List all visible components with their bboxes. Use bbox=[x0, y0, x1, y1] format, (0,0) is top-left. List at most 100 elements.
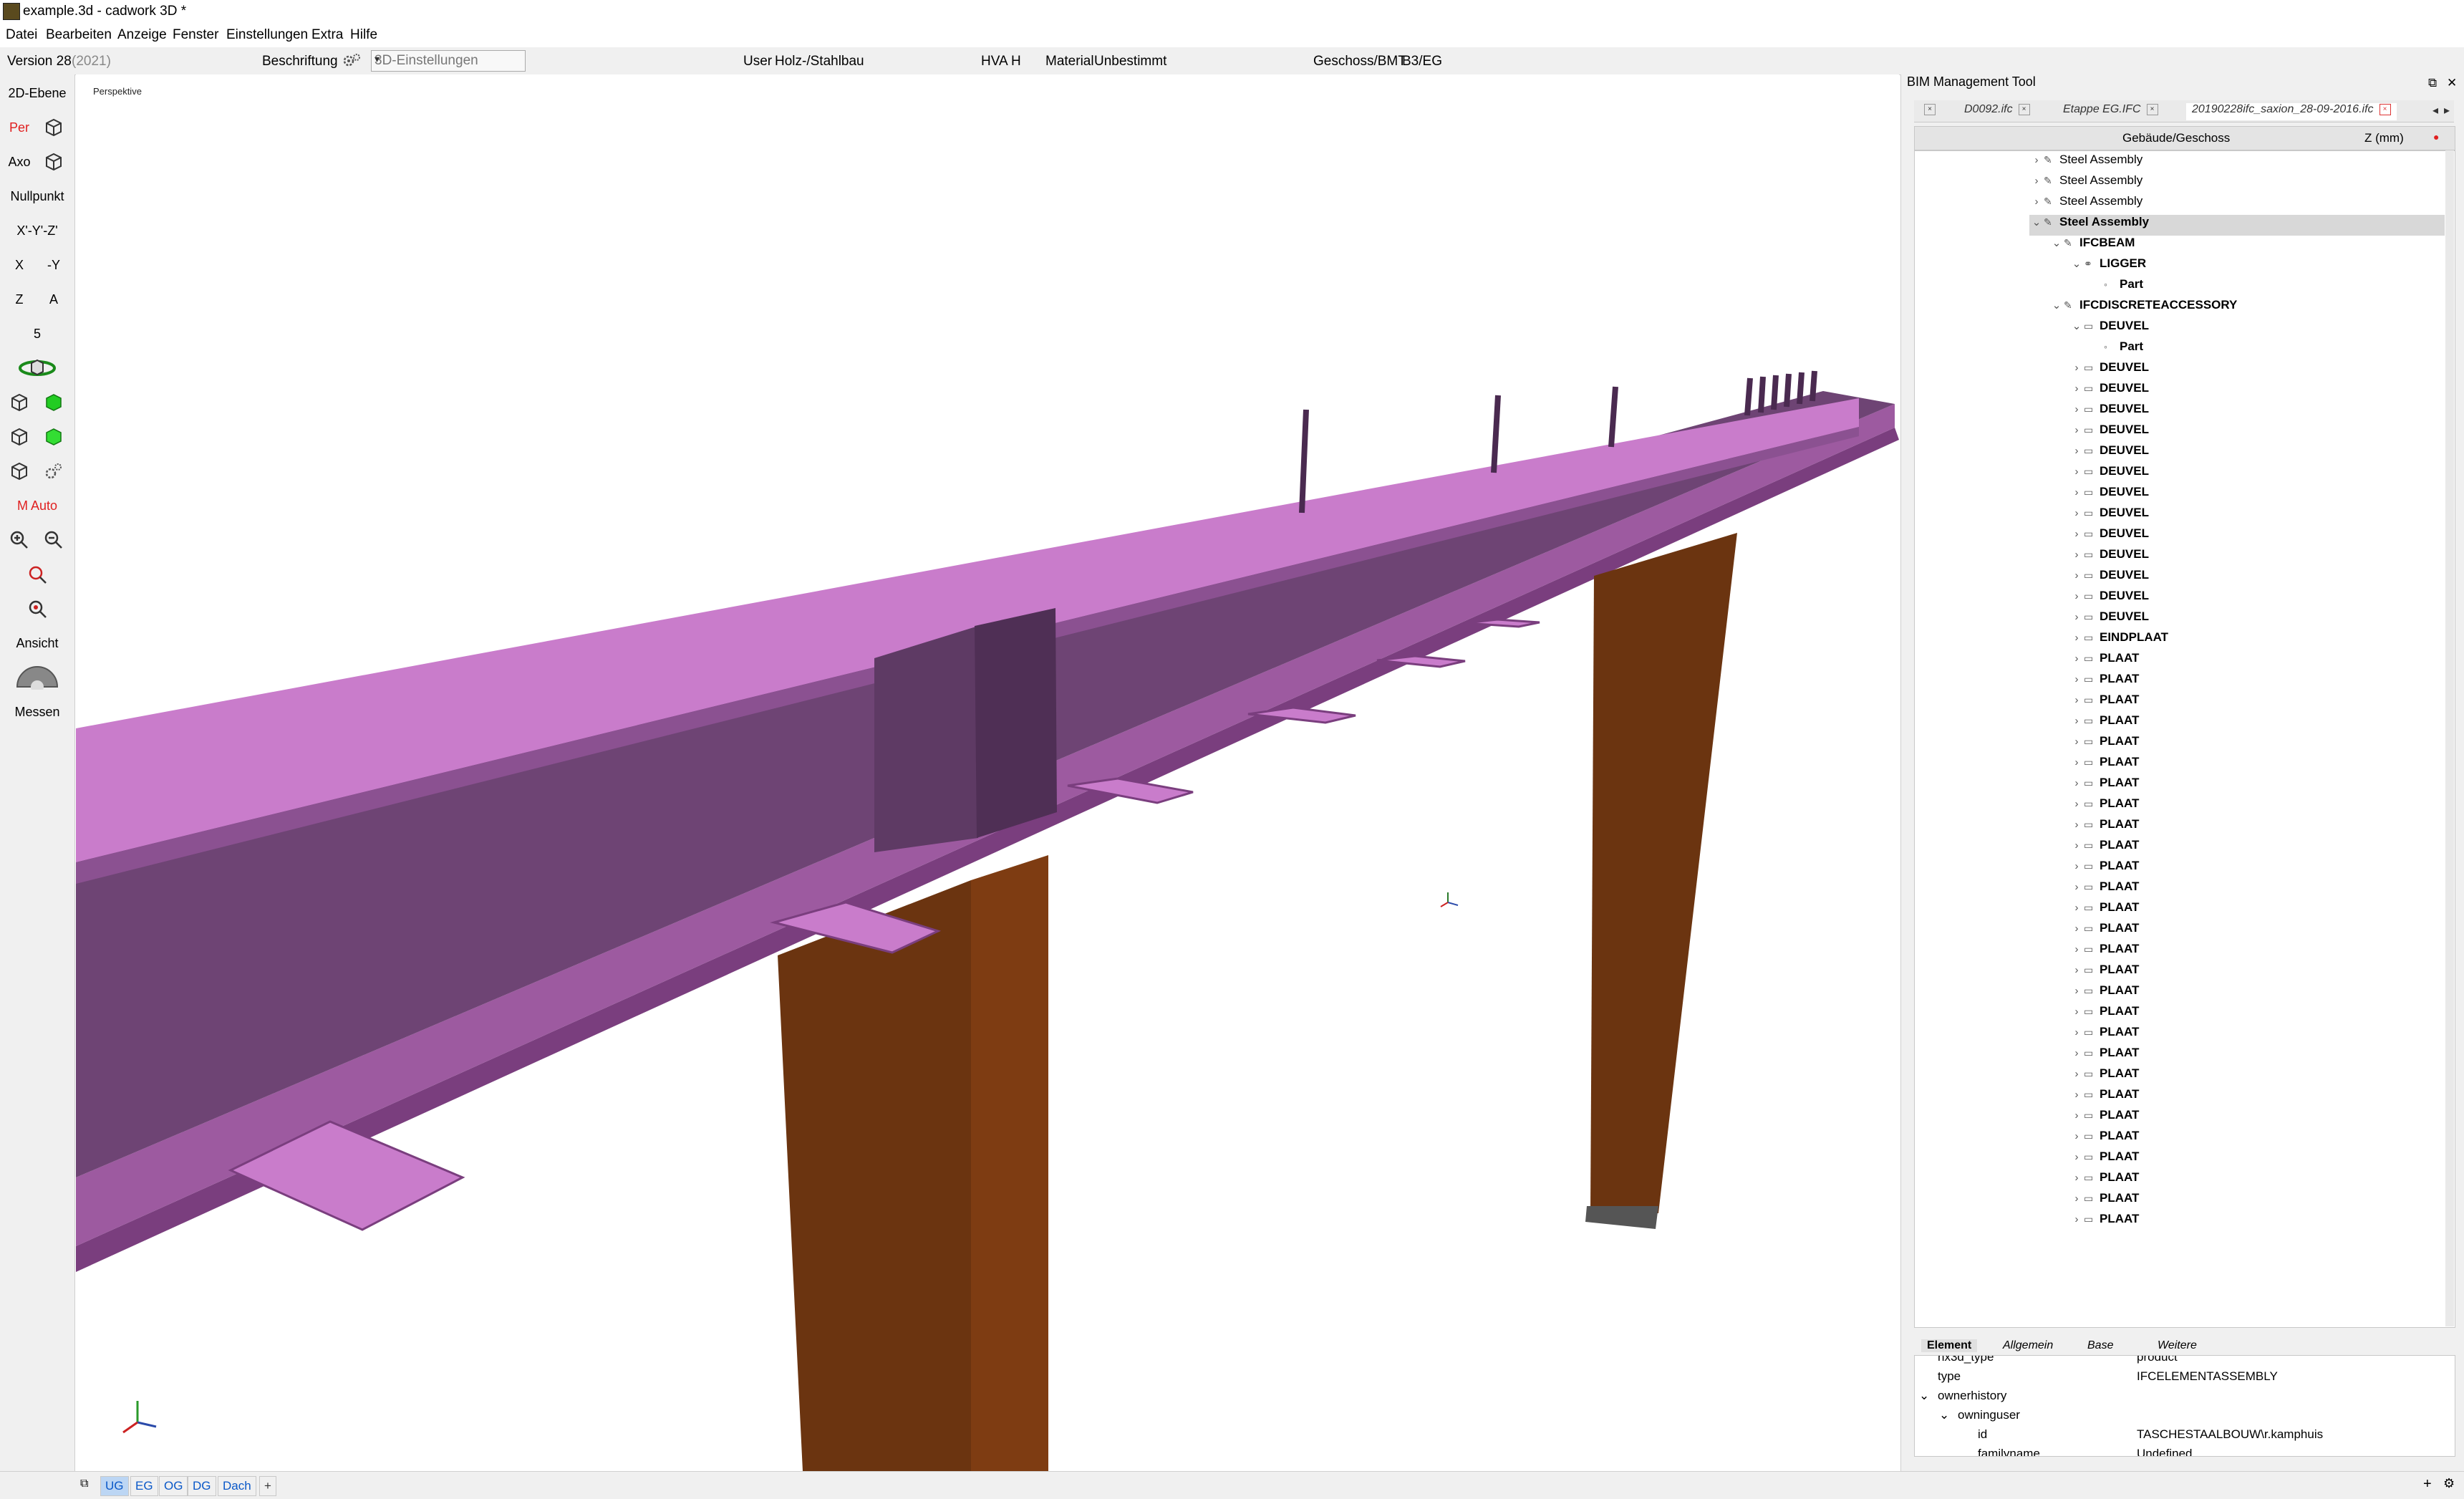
chevron-right-icon[interactable]: › bbox=[2069, 777, 2084, 789]
five-button[interactable]: 5 bbox=[2, 319, 72, 348]
add-level-button[interactable]: + bbox=[259, 1476, 276, 1496]
perspective-cube-icon[interactable] bbox=[37, 113, 71, 142]
tree-item[interactable]: › ▭ PLAAT bbox=[2069, 672, 2140, 693]
chevron-right-icon[interactable]: › bbox=[2029, 196, 2044, 208]
ansicht-button[interactable]: Ansicht bbox=[2, 629, 72, 657]
tree-item[interactable]: › ▭ DEUVEL bbox=[2069, 381, 2149, 402]
tree-item[interactable]: ⌄ ✎ IFCDISCRETEACCESSORY bbox=[2049, 298, 2238, 319]
chevron-right-icon[interactable]: › bbox=[2069, 694, 2084, 706]
property-tab[interactable]: Base bbox=[2087, 1339, 2113, 1352]
chevron-right-icon[interactable]: › bbox=[2029, 154, 2044, 166]
tree-item[interactable]: › ▭ PLAAT bbox=[2069, 1191, 2140, 1212]
chevron-right-icon[interactable]: › bbox=[2069, 403, 2084, 415]
chevron-right-icon[interactable]: › bbox=[2029, 175, 2044, 187]
close-panel-icon[interactable]: ✕ bbox=[2447, 76, 2457, 90]
chevron-right-icon[interactable]: › bbox=[2069, 736, 2084, 748]
chevron-right-icon[interactable]: › bbox=[2069, 922, 2084, 935]
zoom-window-icon[interactable] bbox=[2, 560, 72, 589]
tree-item[interactable]: › ▭ PLAAT bbox=[2069, 755, 2140, 776]
chevron-right-icon[interactable]: › bbox=[2069, 756, 2084, 768]
beschriftung-button[interactable]: Beschriftung bbox=[262, 54, 338, 69]
tree-item[interactable]: › ▭ PLAAT bbox=[2069, 942, 2140, 963]
float-panel-icon[interactable]: ⧉ bbox=[2428, 76, 2437, 90]
level-tab[interactable]: Dach bbox=[218, 1476, 256, 1496]
menu-fenster[interactable]: Fenster bbox=[173, 27, 218, 43]
chevron-right-icon[interactable]: › bbox=[2069, 382, 2084, 395]
rotate-view-icon[interactable] bbox=[2, 354, 72, 382]
chevron-right-icon[interactable]: › bbox=[2069, 1006, 2084, 1018]
menu-bearbeiten[interactable]: Bearbeiten bbox=[46, 27, 112, 43]
level-tab[interactable]: UG bbox=[100, 1476, 129, 1496]
chevron-down-icon[interactable]: ⌄ bbox=[2069, 319, 2084, 332]
chevron-right-icon[interactable]: › bbox=[2069, 549, 2084, 561]
chevron-right-icon[interactable]: › bbox=[2069, 1026, 2084, 1038]
menu-datei[interactable]: Datei bbox=[6, 27, 37, 43]
chevron-right-icon[interactable]: › bbox=[2069, 486, 2084, 498]
chevron-right-icon[interactable]: › bbox=[2069, 1068, 2084, 1080]
tree-item[interactable]: › ▭ PLAAT bbox=[2069, 1108, 2140, 1129]
tree-item[interactable]: ◦ Part bbox=[2089, 339, 2143, 360]
level-tab[interactable]: DG bbox=[188, 1476, 216, 1496]
chevron-right-icon[interactable]: › bbox=[2069, 964, 2084, 976]
tree-item[interactable]: ⌄ ✎ IFCBEAM bbox=[2049, 236, 2135, 256]
tree-item[interactable]: › ▭ PLAAT bbox=[2069, 693, 2140, 713]
tree-item[interactable]: › ▭ PLAAT bbox=[2069, 1087, 2140, 1108]
level-tab[interactable]: OG bbox=[159, 1476, 188, 1496]
material-label[interactable]: Material bbox=[1045, 54, 1094, 69]
tree-item[interactable]: › ▭ EINDPLAAT bbox=[2069, 630, 2169, 651]
settings-gear-icon[interactable]: ⚙ bbox=[2443, 1476, 2455, 1491]
tree-item[interactable]: › ▭ PLAAT bbox=[2069, 1129, 2140, 1149]
hidden-cube-icon[interactable] bbox=[2, 423, 37, 451]
property-row[interactable]: ⌄ owninguser bbox=[1915, 1408, 2455, 1427]
zoom-in-icon[interactable] bbox=[2, 526, 37, 554]
shaded-green-cube-icon[interactable] bbox=[37, 423, 71, 451]
tree-item[interactable]: › ▭ DEUVEL bbox=[2069, 589, 2149, 609]
chevron-right-icon[interactable]: › bbox=[2069, 569, 2084, 582]
chevron-down-icon[interactable]: ⌄ bbox=[2049, 236, 2064, 249]
level-tab[interactable]: EG bbox=[130, 1476, 158, 1496]
tab-scroll-left-icon[interactable]: ◂ bbox=[2432, 103, 2438, 120]
restore-icon[interactable]: ⧉ bbox=[80, 1478, 88, 1490]
tree-scrollbar[interactable] bbox=[2445, 150, 2454, 1326]
tree-item[interactable]: › ▭ PLAAT bbox=[2069, 734, 2140, 755]
chevron-right-icon[interactable]: › bbox=[2069, 528, 2084, 540]
property-row[interactable]: type IFCELEMENTASSEMBLY bbox=[1915, 1369, 2455, 1389]
tree-item[interactable]: › ▭ PLAAT bbox=[2069, 859, 2140, 879]
tree-item[interactable]: › ▭ PLAAT bbox=[2069, 838, 2140, 859]
axo-button[interactable]: Axo bbox=[2, 148, 37, 176]
chevron-right-icon[interactable]: › bbox=[2069, 1047, 2084, 1059]
tree-item[interactable]: › ▭ DEUVEL bbox=[2069, 485, 2149, 506]
tree-item[interactable]: › ▭ PLAAT bbox=[2069, 1025, 2140, 1046]
chevron-right-icon[interactable]: › bbox=[2069, 819, 2084, 831]
tree-item[interactable]: › ▭ PLAAT bbox=[2069, 1004, 2140, 1025]
z-view-button[interactable]: Z bbox=[2, 285, 37, 314]
messen-button[interactable]: Messen bbox=[2, 698, 72, 726]
tree-item[interactable]: › ▭ DEUVEL bbox=[2069, 568, 2149, 589]
tree-item[interactable]: › ▭ PLAAT bbox=[2069, 651, 2140, 672]
solid-green-cube-icon[interactable] bbox=[37, 388, 71, 417]
chevron-right-icon[interactable]: › bbox=[2069, 860, 2084, 872]
3d-settings-select[interactable]: 3D-Einstellungen ▾ bbox=[371, 50, 526, 72]
geschoss-value[interactable]: B3/EG bbox=[1402, 54, 1442, 69]
property-row[interactable]: hx3d_type product bbox=[1915, 1356, 2455, 1369]
tree-item[interactable]: › ▭ PLAAT bbox=[2069, 963, 2140, 983]
chevron-down-icon[interactable]: ⌄ bbox=[2069, 257, 2084, 270]
property-tab[interactable]: Element bbox=[1921, 1339, 1978, 1352]
tree-item[interactable]: › ▭ DEUVEL bbox=[2069, 443, 2149, 464]
settings-gears-icon[interactable] bbox=[37, 457, 71, 486]
tree-item[interactable]: › ▭ PLAAT bbox=[2069, 1066, 2140, 1087]
chevron-down-icon[interactable]: ⌄ bbox=[2029, 216, 2044, 228]
tab-blank-close-icon[interactable]: × bbox=[1918, 103, 1936, 120]
add-icon[interactable]: + bbox=[2423, 1476, 2432, 1493]
chevron-right-icon[interactable]: › bbox=[2069, 632, 2084, 644]
neg-y-view-button[interactable]: -Y bbox=[37, 251, 71, 279]
chevron-right-icon[interactable]: › bbox=[2069, 466, 2084, 478]
chevron-right-icon[interactable]: › bbox=[2069, 902, 2084, 914]
tree-item[interactable]: ◦ Part bbox=[2089, 277, 2143, 298]
tree-item[interactable]: › ▭ DEUVEL bbox=[2069, 464, 2149, 485]
chevron-right-icon[interactable]: › bbox=[2069, 424, 2084, 436]
chevron-right-icon[interactable]: › bbox=[2069, 943, 2084, 955]
tree-item[interactable]: › ✎ Steel Assembly bbox=[2029, 153, 2143, 173]
tree-item[interactable]: › ▭ PLAAT bbox=[2069, 817, 2140, 838]
cube-outline-icon[interactable] bbox=[2, 457, 37, 486]
